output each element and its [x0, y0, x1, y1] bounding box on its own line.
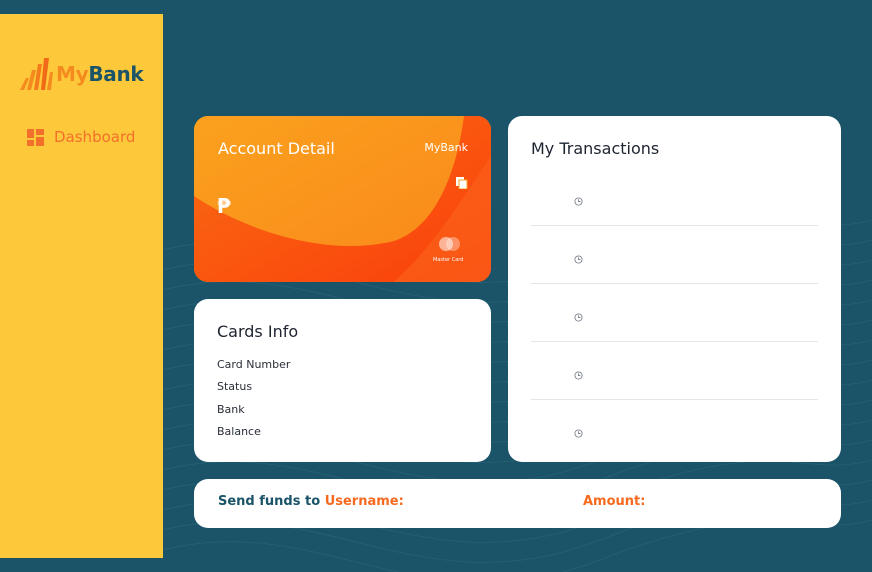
- cards-info-title: Cards Info: [217, 322, 299, 341]
- transaction-row[interactable]: [531, 284, 818, 342]
- clock-icon: [574, 197, 583, 206]
- clock-icon: [574, 429, 583, 438]
- card-number-label: Card Number: [217, 358, 291, 371]
- logo-text-my: My: [56, 62, 89, 86]
- clock-icon: [574, 255, 583, 264]
- sidebar: MyBank Dashboard: [0, 14, 163, 558]
- sidebar-item-label: Dashboard: [54, 128, 136, 146]
- transaction-row[interactable]: [531, 226, 818, 284]
- send-funds-bar: Send funds to Username: Amount:: [194, 479, 841, 528]
- cards-info-panel: Cards Info Card Number Status Bank Balan…: [194, 299, 491, 462]
- transaction-row[interactable]: [531, 342, 818, 400]
- send-funds-prefix: Send funds to: [218, 494, 325, 509]
- mybank-logo[interactable]: MyBank: [20, 58, 144, 90]
- card-title: Account Detail: [218, 139, 335, 158]
- transaction-row[interactable]: [531, 400, 818, 458]
- bank-label: Bank: [217, 403, 245, 416]
- card-network-label: Master Card: [433, 257, 464, 263]
- sidebar-item-dashboard[interactable]: Dashboard: [27, 128, 135, 146]
- status-label: Status: [217, 380, 253, 393]
- send-funds-label: Send funds to Username:: [218, 494, 404, 509]
- card-brand: MyBank: [424, 141, 468, 154]
- clock-icon: [574, 371, 583, 380]
- transaction-row[interactable]: [531, 168, 818, 226]
- dashboard-grid-icon: [27, 128, 44, 146]
- bar-chart-logo-icon: [20, 58, 53, 90]
- clock-icon: [574, 313, 583, 322]
- amount-field-label: Amount:: [583, 494, 645, 509]
- balance-label: Balance: [217, 425, 261, 438]
- account-detail-card[interactable]: Account Detail MyBank ₱ Master Card: [194, 116, 491, 282]
- username-label[interactable]: Username:: [325, 494, 404, 509]
- copy-icon[interactable]: [456, 174, 468, 193]
- logo-text-bank: Bank: [88, 62, 144, 86]
- amount-label[interactable]: Amount:: [583, 494, 645, 509]
- transactions-panel: My Transactions: [508, 116, 841, 462]
- currency-symbol: ₱: [217, 194, 231, 218]
- transactions-title: My Transactions: [531, 139, 660, 158]
- mastercard-logo-icon: [439, 236, 461, 255]
